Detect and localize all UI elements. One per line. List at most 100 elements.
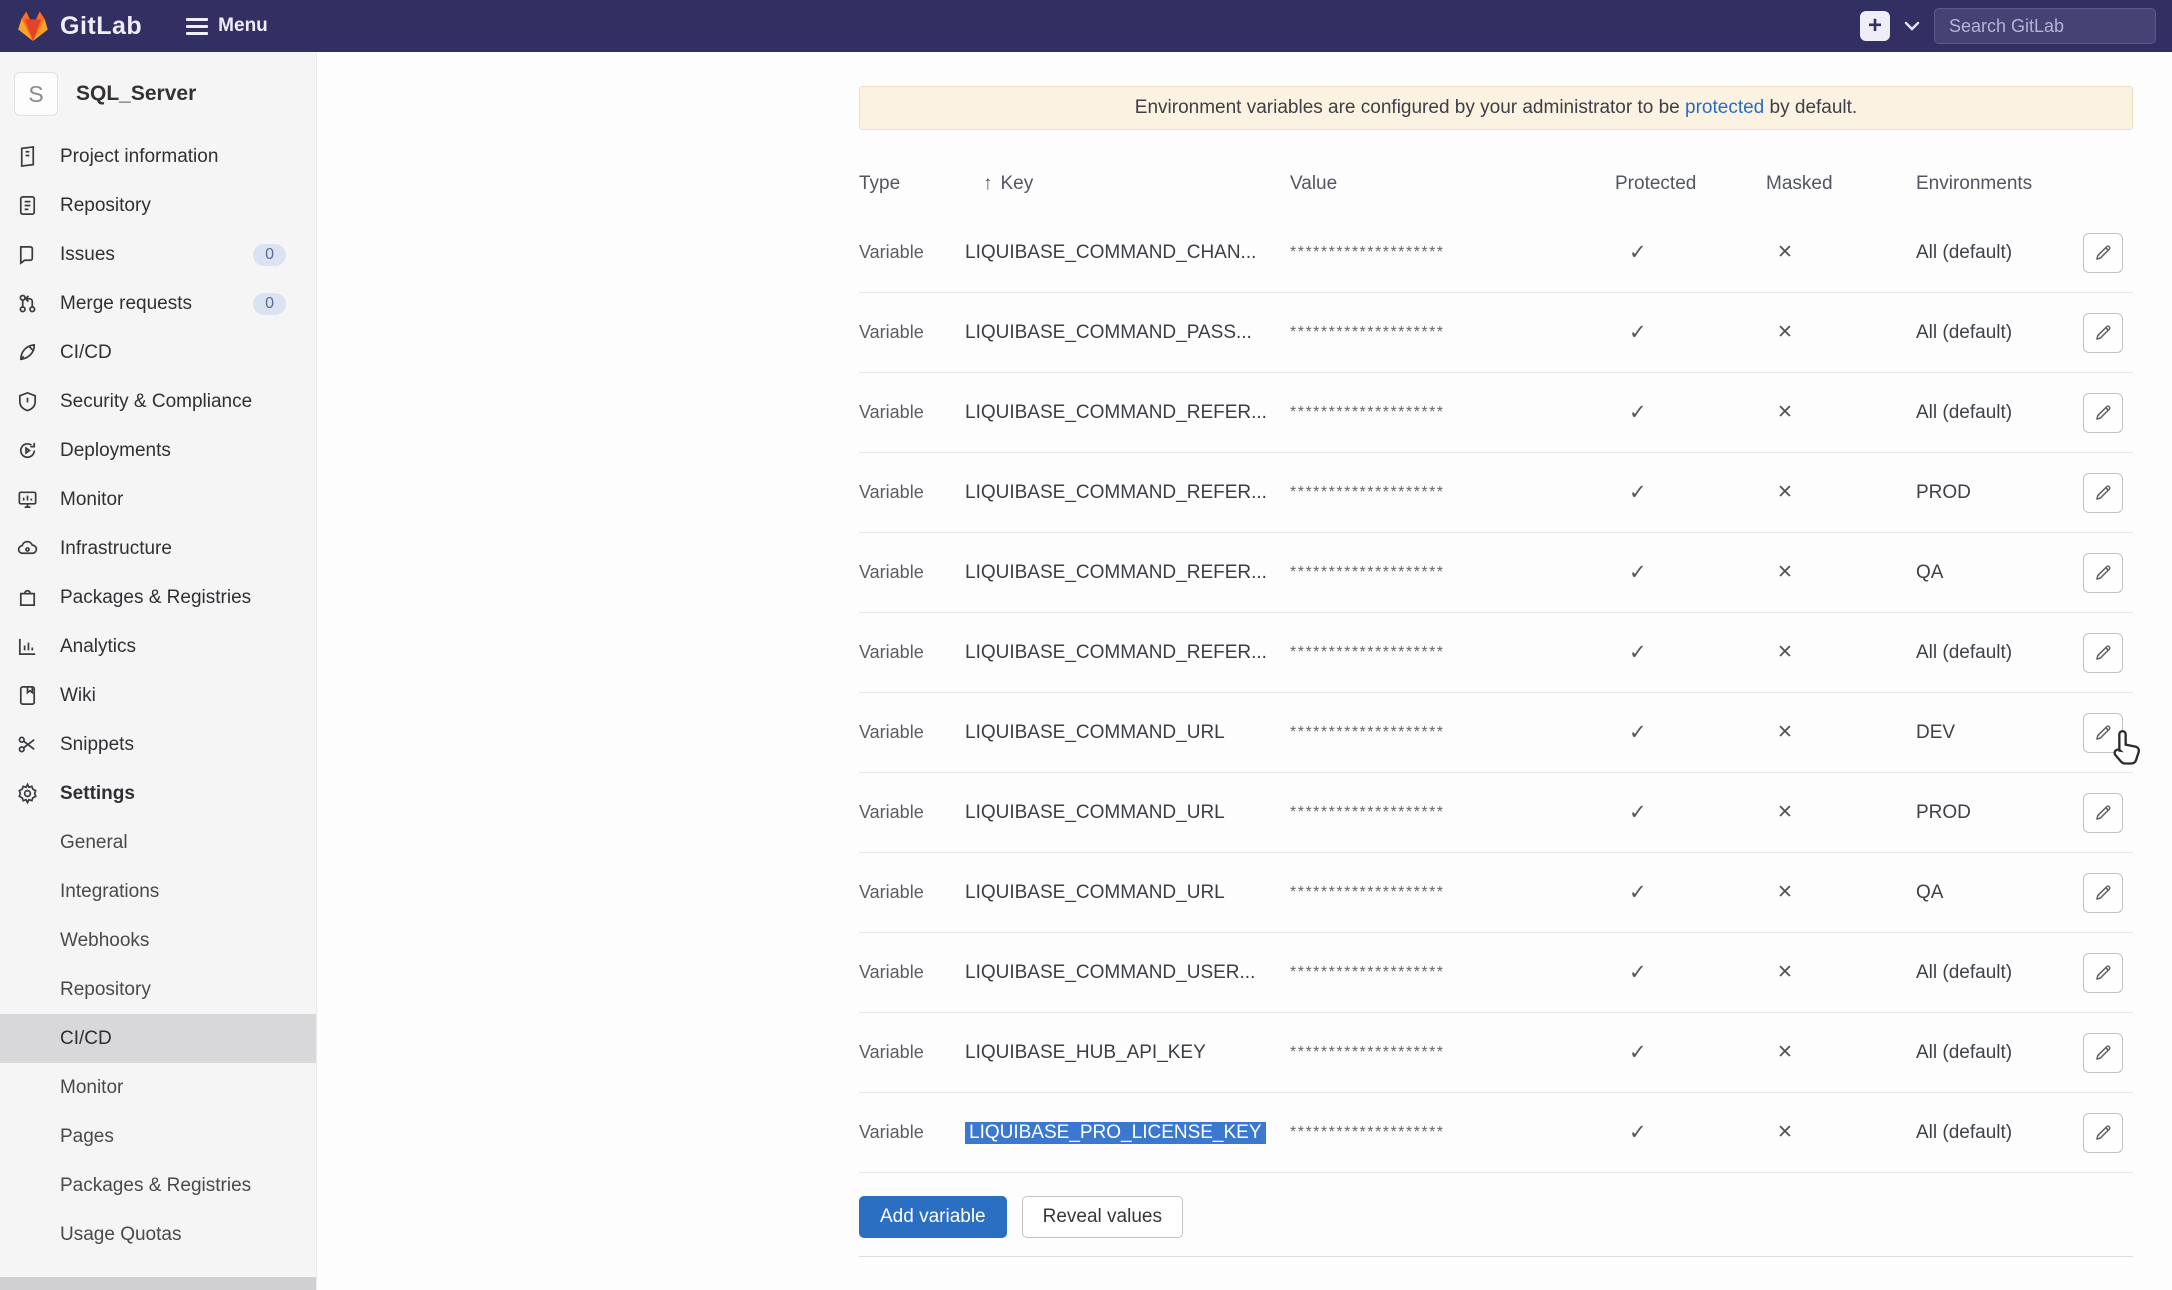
sidebar-bottom-strip [0,1277,316,1290]
variable-masked-value: ******************** [1290,324,1615,342]
sidebar-subitem-usage-quotas[interactable]: Usage Quotas [0,1210,316,1259]
edit-variable-button[interactable] [2083,873,2123,913]
variable-type: Variable [859,962,965,983]
sidebar-item-issues[interactable]: Issues 0 [0,230,316,279]
sidebar-subitem-packages-registries[interactable]: Packages & Registries [0,1161,316,1210]
variable-environments: PROD [1916,482,2083,504]
wiki-icon [14,683,40,709]
masked-x-icon: ✕ [1766,881,1916,904]
variable-environments: All (default) [1916,1042,2083,1064]
issues-icon [14,242,40,268]
variable-key: LIQUIBASE_COMMAND_REFER... [965,642,1290,664]
banner-text-before: Environment variables are configured by … [1135,97,1685,118]
menu-button[interactable]: Menu [186,15,268,37]
edit-variable-button[interactable] [2083,313,2123,353]
sidebar-subitem-monitor[interactable]: Monitor [0,1063,316,1112]
variable-row: Variable LIQUIBASE_COMMAND_REFER... ****… [859,613,2133,693]
sidebar-nav: Project information Repository Issues 0 … [0,132,316,1259]
protected-check-icon: ✓ [1615,320,1766,345]
edit-variable-button[interactable] [2083,633,2123,673]
variable-masked-value: ******************** [1290,1044,1615,1062]
sidebar-item-infrastructure[interactable]: Infrastructure [0,524,316,573]
edit-variable-button[interactable] [2083,233,2123,273]
sidebar-subitem-integrations[interactable]: Integrations [0,867,316,916]
add-variable-button[interactable]: Add variable [859,1196,1007,1238]
sidebar-item-monitor[interactable]: Monitor [0,475,316,524]
project-name: SQL_Server [76,82,196,106]
reveal-values-button[interactable]: Reveal values [1022,1196,1183,1238]
masked-x-icon: ✕ [1766,1041,1916,1064]
variable-row: Variable LIQUIBASE_COMMAND_PASS... *****… [859,293,2133,373]
protected-check-icon: ✓ [1615,240,1766,265]
edit-variable-button[interactable] [2083,1113,2123,1153]
variable-key: LIQUIBASE_COMMAND_URL [965,722,1290,744]
project-header[interactable]: S SQL_Server [0,52,316,132]
chevron-down-icon[interactable] [1904,18,1920,35]
sidebar-item-security-compliance[interactable]: Security & Compliance [0,377,316,426]
edit-variable-button[interactable] [2083,393,2123,433]
sort-ascending-icon: ↑ [983,173,993,194]
sidebar-item-analytics[interactable]: Analytics [0,622,316,671]
masked-x-icon: ✕ [1766,241,1916,264]
column-header-key[interactable]: ↑Key [965,173,1290,195]
variable-row: Variable LIQUIBASE_COMMAND_URL *********… [859,693,2133,773]
count-badge: 0 [253,293,286,315]
protected-check-icon: ✓ [1615,880,1766,905]
masked-x-icon: ✕ [1766,1121,1916,1144]
sidebar-item-snippets[interactable]: Snippets [0,720,316,769]
protected-check-icon: ✓ [1615,1040,1766,1065]
edit-variable-button[interactable] [2083,553,2123,593]
protected-link[interactable]: protected [1685,97,1764,118]
variable-row: Variable LIQUIBASE_COMMAND_REFER... ****… [859,373,2133,453]
sidebar-subitem-webhooks[interactable]: Webhooks [0,916,316,965]
sidebar-item-settings[interactable]: Settings [0,769,316,818]
pencil-icon [2093,802,2114,823]
sidebar-item-wiki[interactable]: Wiki [0,671,316,720]
edit-variable-button[interactable] [2083,473,2123,513]
sidebar-subitem-pages[interactable]: Pages [0,1112,316,1161]
masked-x-icon: ✕ [1766,961,1916,984]
edit-variable-button[interactable] [2083,713,2123,753]
new-item-button[interactable]: + [1860,11,1890,41]
main-area: Environment variables are configured by … [317,52,2172,1290]
variable-row: Variable LIQUIBASE_COMMAND_REFER... ****… [859,533,2133,613]
variable-type: Variable [859,242,965,263]
variable-key: LIQUIBASE_HUB_API_KEY [965,1042,1290,1064]
edit-variable-button[interactable] [2083,793,2123,833]
sidebar-subitem-repository[interactable]: Repository [0,965,316,1014]
variable-environments: All (default) [1916,962,2083,984]
sidebar-subitem-general[interactable]: General [0,818,316,867]
protected-check-icon: ✓ [1615,1120,1766,1145]
masked-x-icon: ✕ [1766,641,1916,664]
masked-x-icon: ✕ [1766,561,1916,584]
variable-key: LIQUIBASE_PRO_LICENSE_KEY [965,1122,1290,1144]
gitlab-tanuki-icon [16,10,50,42]
cloud-icon [14,536,40,562]
gitlab-home-link[interactable]: GitLab [16,10,142,42]
variable-masked-value: ******************** [1290,644,1615,662]
sidebar-item-repository[interactable]: Repository [0,181,316,230]
variable-masked-value: ******************** [1290,404,1615,422]
variable-key: LIQUIBASE_COMMAND_USER... [965,962,1290,984]
search-input[interactable] [1934,8,2156,44]
variable-row: Variable LIQUIBASE_COMMAND_CHAN... *****… [859,213,2133,293]
variables-table-body: Variable LIQUIBASE_COMMAND_CHAN... *****… [859,213,2133,1173]
sidebar-item-ci-cd[interactable]: CI/CD [0,328,316,377]
sidebar-item-merge-requests[interactable]: Merge requests 0 [0,279,316,328]
variable-key: LIQUIBASE_COMMAND_URL [965,882,1290,904]
variable-environments: All (default) [1916,642,2083,664]
gitlab-wordmark: GitLab [60,12,142,41]
pencil-icon [2093,1122,2114,1143]
variable-masked-value: ******************** [1290,884,1615,902]
sidebar-subitem-ci-cd[interactable]: CI/CD [0,1014,316,1063]
edit-variable-button[interactable] [2083,1033,2123,1073]
edit-variable-button[interactable] [2083,953,2123,993]
variables-table-header: Type ↑Key Value Protected Masked Environ… [859,130,2133,213]
pencil-icon [2093,322,2114,343]
top-navbar: GitLab Menu + [0,0,2172,52]
sidebar-item-deployments[interactable]: Deployments [0,426,316,475]
sidebar-item-project-information[interactable]: Project information [0,132,316,181]
sidebar-item-packages-registries[interactable]: Packages & Registries [0,573,316,622]
pencil-icon [2093,482,2114,503]
variable-type: Variable [859,482,965,503]
